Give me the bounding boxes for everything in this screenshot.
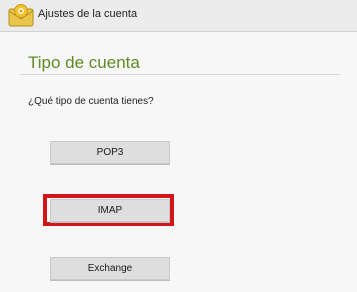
email-settings-icon[interactable] xyxy=(8,3,34,28)
account-type-question: ¿Qué tipo de cuenta tienes? xyxy=(28,96,154,107)
title-divider xyxy=(20,74,340,75)
account-type-screen: Tipo de cuenta ¿Qué tipo de cuenta tiene… xyxy=(0,32,357,292)
exchange-button[interactable]: Exchange xyxy=(50,257,170,280)
page-title: Tipo de cuenta xyxy=(28,53,140,72)
action-bar: Ajustes de la cuenta xyxy=(0,0,357,32)
pop3-button[interactable]: POP3 xyxy=(50,141,170,164)
imap-button[interactable]: IMAP xyxy=(50,199,170,222)
window-title: Ajustes de la cuenta xyxy=(38,8,138,20)
